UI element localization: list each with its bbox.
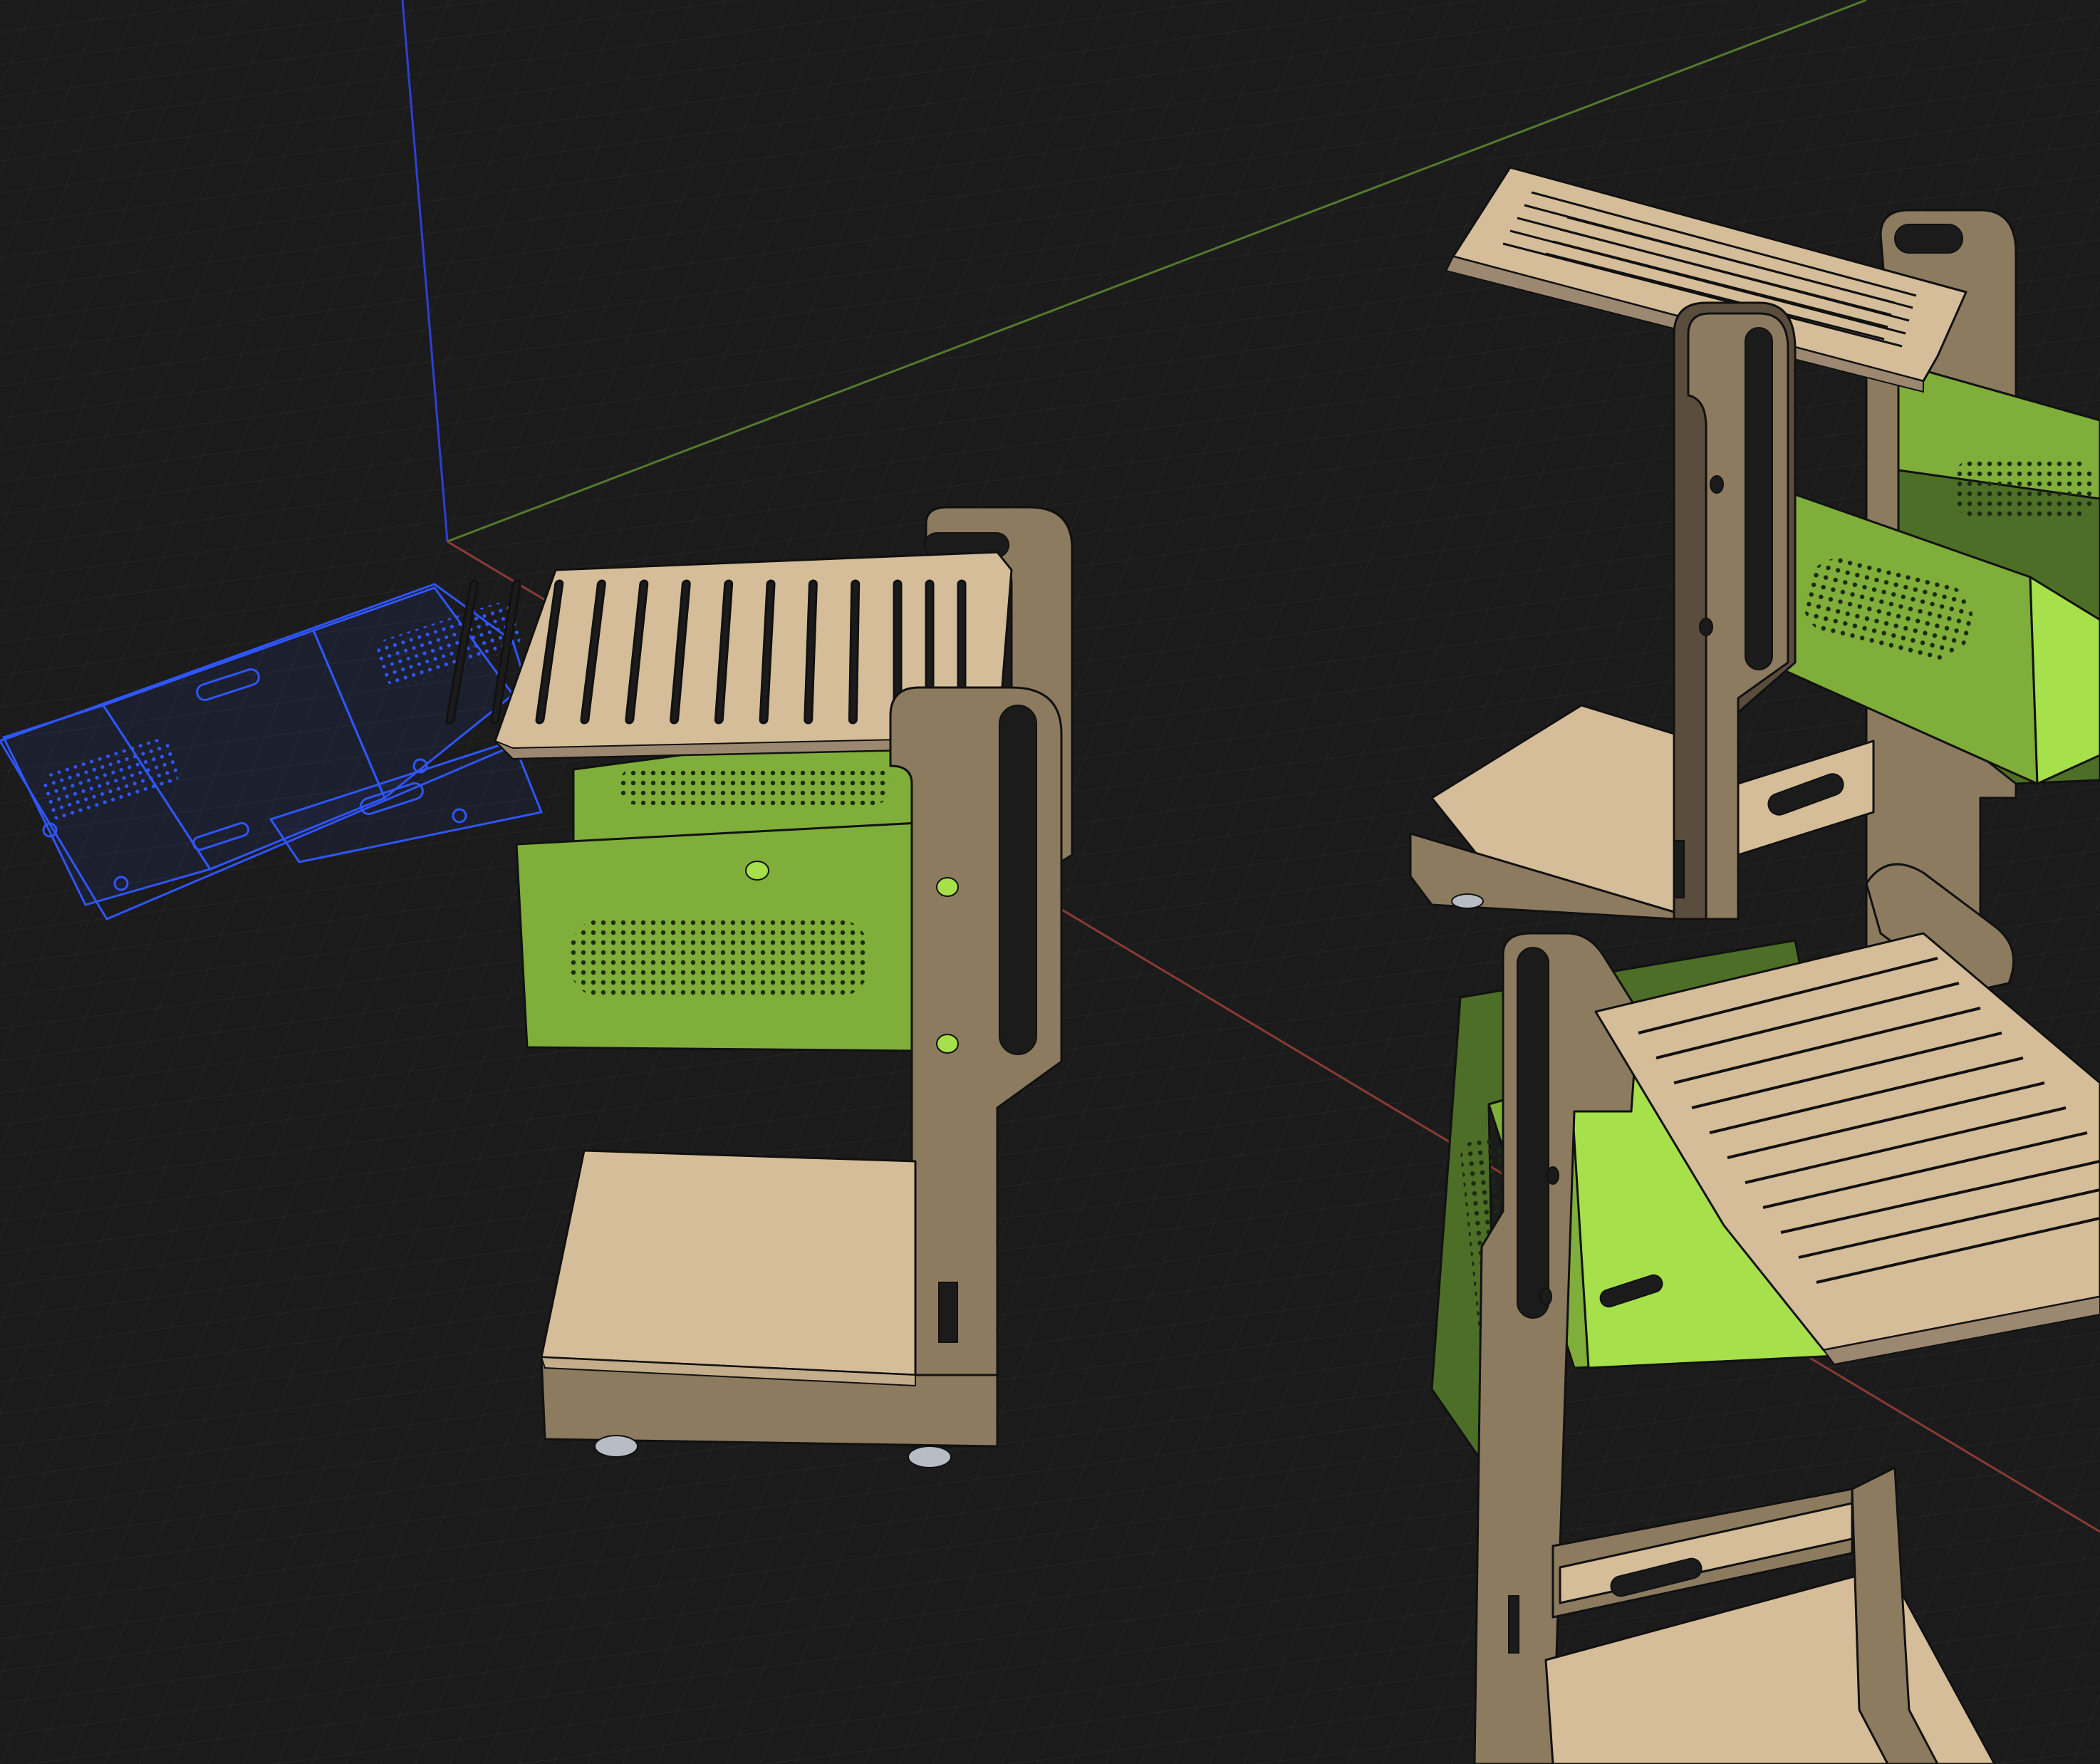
caster-wheel (908, 1446, 952, 1468)
caster-wheel (594, 1435, 638, 1458)
scene-canvas[interactable] (0, 0, 2100, 1764)
caster-wheel (1451, 893, 1484, 909)
cad-3d-viewport[interactable] (0, 0, 2100, 1764)
